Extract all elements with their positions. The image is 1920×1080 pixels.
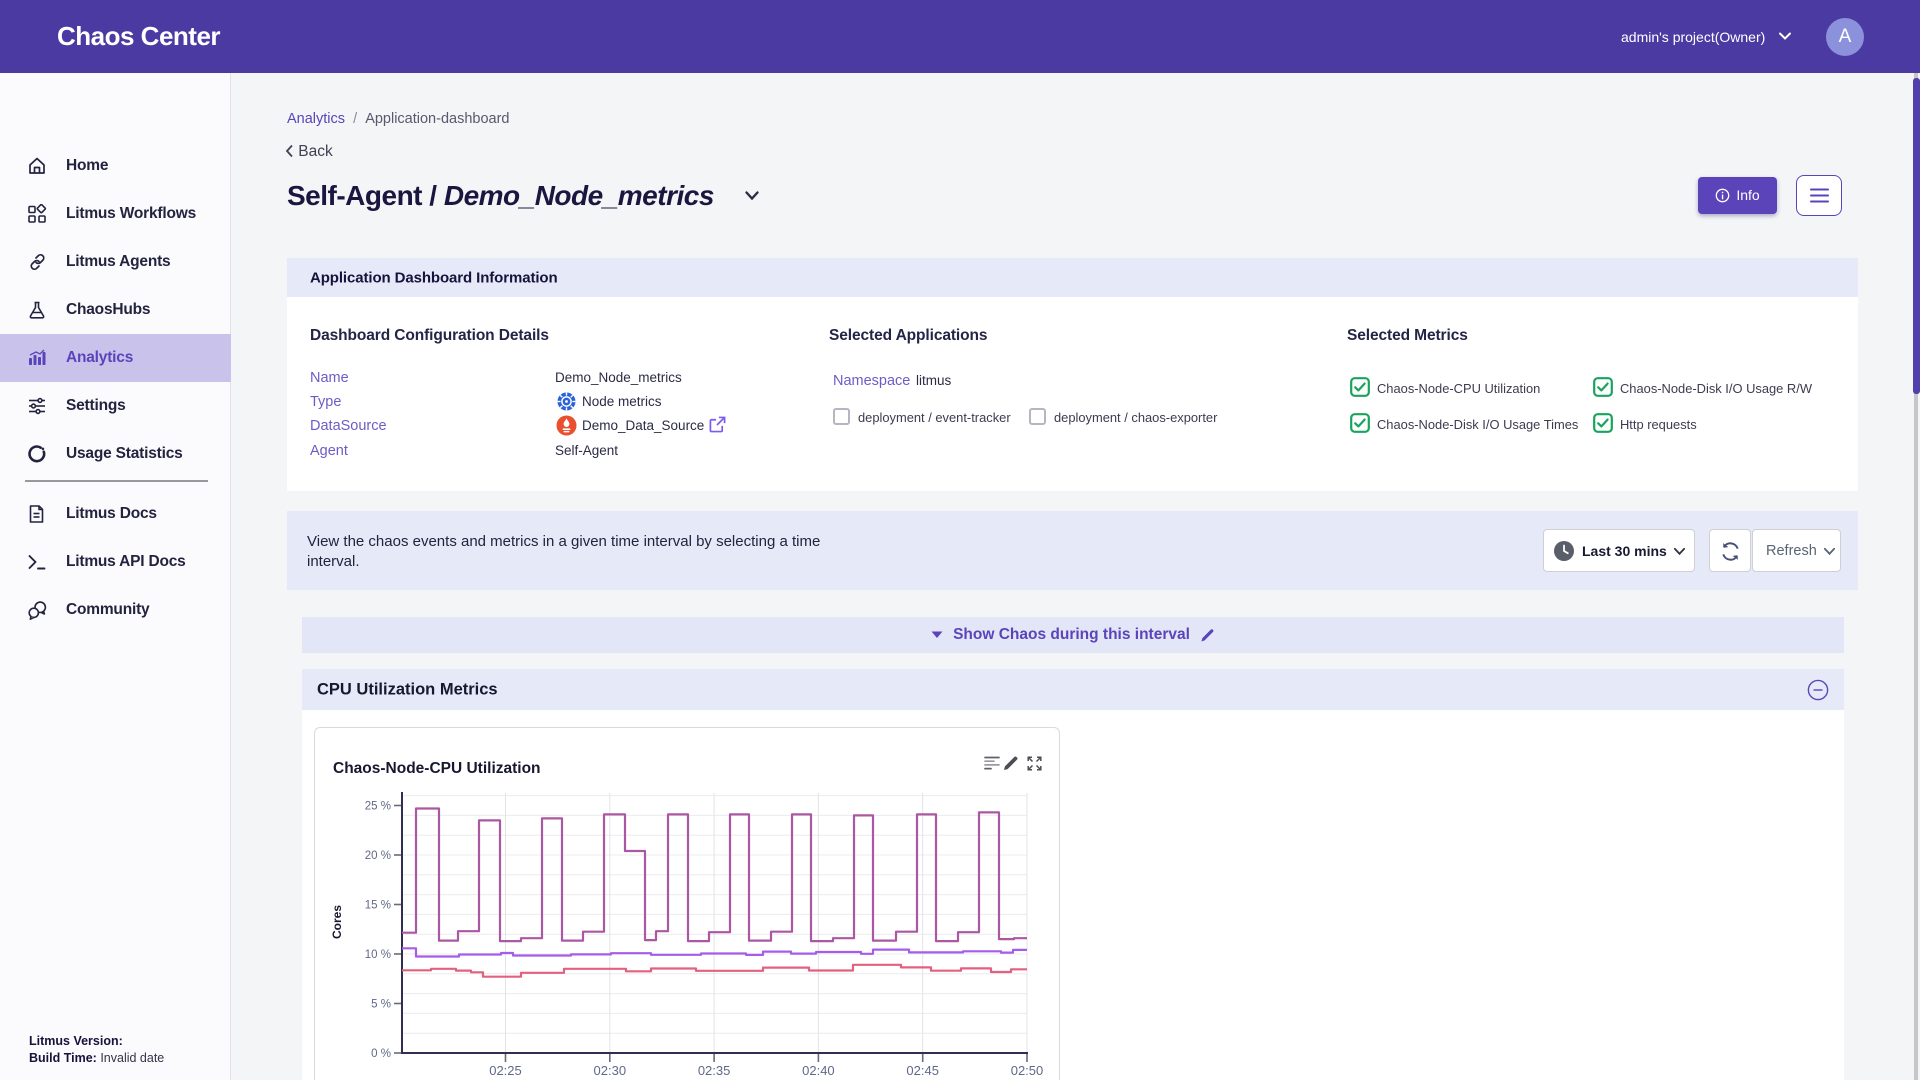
svg-text:02:35: 02:35 (698, 1063, 731, 1078)
svg-text:02:45: 02:45 (906, 1063, 939, 1078)
svg-text:10 %: 10 % (365, 949, 391, 961)
svg-text:20 %: 20 % (365, 850, 391, 862)
svg-text:15 %: 15 % (365, 900, 391, 912)
svg-text:0 %: 0 % (371, 1048, 391, 1060)
svg-text:02:30: 02:30 (594, 1063, 627, 1078)
svg-text:02:50: 02:50 (1011, 1063, 1044, 1078)
svg-text:5 %: 5 % (371, 999, 391, 1011)
svg-text:02:25: 02:25 (489, 1063, 522, 1078)
svg-text:25 %: 25 % (365, 801, 391, 813)
svg-text:02:40: 02:40 (802, 1063, 835, 1078)
svg-text:Cores: Cores (330, 905, 344, 939)
